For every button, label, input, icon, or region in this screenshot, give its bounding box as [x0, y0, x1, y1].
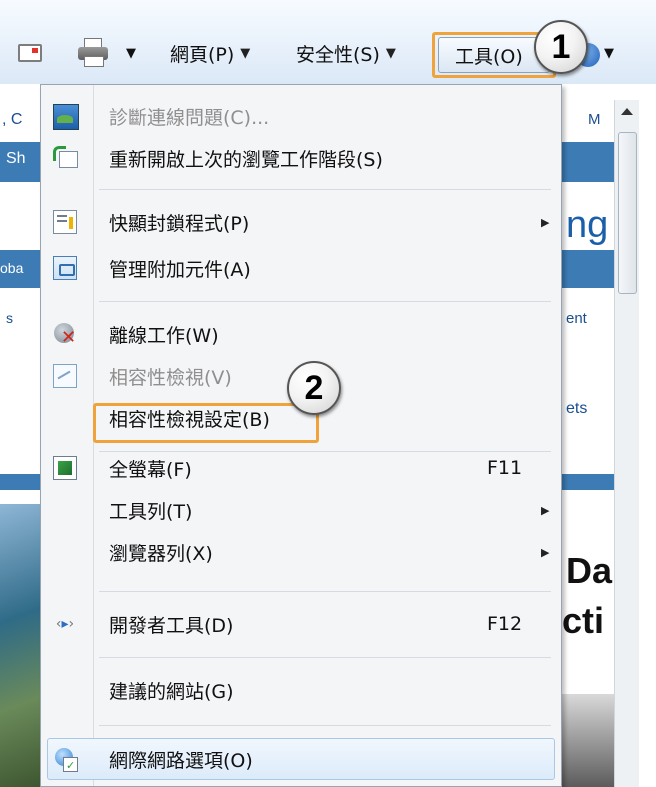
callout-1: 1: [534, 20, 588, 74]
menu-item-label: 瀏覽器列(X): [109, 542, 213, 565]
tools-menu-label: 工具(O): [455, 45, 523, 68]
compatibility-view-icon: [53, 364, 77, 388]
menu-item-label: 快顯封鎖程式(P): [109, 212, 250, 235]
bg-text-snippet: M: [588, 111, 601, 128]
menu-item-popup-blocker[interactable]: 快顯封鎖程式(P) ▶: [47, 201, 555, 243]
submenu-arrow-icon: ▶: [541, 215, 550, 229]
bg-text-snippet: Sh: [6, 150, 26, 167]
shortcut-label: F12: [487, 613, 523, 635]
callout-2: 2: [287, 361, 341, 415]
menu-item-manage-addons[interactable]: 管理附加元件(A): [47, 247, 555, 289]
menu-item-label: 管理附加元件(A): [109, 258, 251, 281]
submenu-arrow-icon: ▶: [541, 545, 550, 559]
tools-dropdown-menu: 診斷連線問題(C)... 重新開啟上次的瀏覽工作階段(S) 快顯封鎖程式(P) …: [40, 84, 562, 787]
internet-options-icon: ✓: [53, 747, 78, 772]
bg-photo: [562, 694, 614, 787]
menu-item-label: 工具列(T): [109, 500, 193, 523]
menu-item-label: 建議的網站(G): [109, 680, 234, 703]
menu-separator: [99, 301, 551, 302]
vertical-scrollbar[interactable]: [614, 100, 639, 787]
page-menu-label: 網頁(P): [170, 43, 235, 66]
bg-text-snippet: ng: [566, 204, 609, 246]
menu-item-label: 離線工作(W): [109, 324, 219, 347]
fullscreen-icon: [53, 456, 77, 480]
bg-text-snippet: oba: [0, 260, 24, 276]
menu-item-reopen-session[interactable]: 重新開啟上次的瀏覽工作階段(S): [47, 137, 555, 179]
offline-icon: ✕: [53, 322, 77, 347]
bg-band: [0, 474, 40, 490]
bg-text-snippet: ent: [566, 310, 587, 327]
menu-item-label: 診斷連線問題(C)...: [109, 106, 270, 129]
diagnose-icon: [53, 104, 79, 130]
menu-separator: [99, 657, 551, 658]
menu-item-label: 網際網路選項(O): [109, 749, 253, 772]
bg-text-snippet: cti: [562, 600, 605, 641]
safety-menu-button[interactable]: 安全性(S) ▼: [296, 33, 396, 73]
shortcut-label: F11: [487, 457, 523, 479]
menu-item-work-offline[interactable]: ✕ 離線工作(W): [47, 313, 555, 355]
callout-1-number: 1: [551, 27, 571, 66]
bg-text-snippet: , C: [2, 111, 23, 128]
compatibility-settings-highlight: [93, 403, 319, 443]
menu-item-fullscreen[interactable]: 全螢幕(F) F11: [47, 447, 555, 489]
manage-addons-icon: [53, 256, 77, 280]
chevron-down-icon: ▼: [240, 45, 251, 61]
safety-menu-label: 安全性(S): [296, 43, 380, 66]
read-mail-icon[interactable]: [18, 44, 42, 62]
help-dropdown-icon[interactable]: ▼: [604, 33, 614, 73]
bg-band: [562, 474, 614, 490]
menu-item-label: 相容性檢視(V): [109, 366, 232, 389]
bg-band: [562, 142, 614, 182]
reopen-session-icon: [53, 146, 78, 170]
popup-blocker-icon: [53, 210, 77, 234]
print-icon[interactable]: [78, 38, 108, 67]
submenu-arrow-icon: ▶: [541, 503, 550, 517]
page-menu-button[interactable]: 網頁(P) ▼: [170, 33, 250, 73]
bg-text-snippet: Da: [566, 550, 613, 591]
developer-tools-icon: ‹ ▸ ›: [55, 616, 75, 632]
callout-2-number: 2: [304, 368, 324, 407]
menu-separator: [99, 591, 551, 592]
menu-separator: [99, 725, 551, 726]
command-bar: ▼ 網頁(P) ▼ 安全性(S) ▼ 工具(O) ▼ 1: [0, 0, 656, 84]
bg-text-snippet: ets: [566, 400, 588, 417]
scroll-up-arrow-icon[interactable]: [621, 108, 633, 115]
print-dropdown-icon[interactable]: ▼: [126, 33, 136, 73]
menu-item-label: 全螢幕(F): [109, 458, 192, 481]
bg-photo: [0, 504, 40, 787]
menu-item-label: 開發者工具(D): [109, 614, 234, 637]
menu-item-toolbars[interactable]: 工具列(T) ▶: [47, 489, 555, 531]
menu-item-label: 重新開啟上次的瀏覽工作階段(S): [109, 148, 383, 171]
menu-item-internet-options[interactable]: ✓ 網際網路選項(O): [47, 738, 555, 780]
bg-band: [562, 250, 614, 288]
menu-item-developer-tools[interactable]: ‹ ▸ › 開發者工具(D) F12: [47, 603, 555, 645]
menu-item-suggested-sites[interactable]: 建議的網站(G): [47, 669, 555, 711]
bg-text-snippet: s: [6, 310, 13, 326]
chevron-down-icon: ▼: [385, 45, 396, 61]
scroll-thumb[interactable]: [618, 132, 637, 294]
menu-item-diagnose[interactable]: 診斷連線問題(C)...: [47, 95, 555, 137]
menu-item-explorer-bars[interactable]: 瀏覽器列(X) ▶: [47, 531, 555, 573]
menu-separator: [99, 189, 551, 190]
